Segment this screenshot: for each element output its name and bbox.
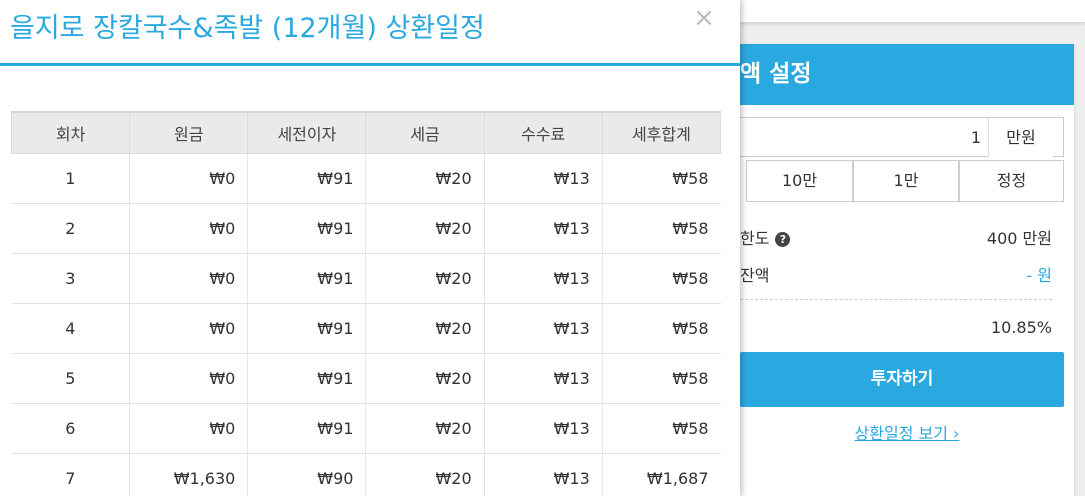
cell-tax: ₩20 <box>365 353 485 404</box>
table-row: 6 ₩0 ₩91 ₩20 ₩13 ₩58 <box>11 403 721 454</box>
cell-pretax-interest: ₩91 <box>247 253 366 304</box>
cell-tax: ₩20 <box>365 403 485 454</box>
repayment-schedule-link[interactable]: 상환일정 보기 › <box>740 420 1074 444</box>
cell-aftertax-total: ₩58 <box>601 153 721 204</box>
table-header-row: 회차 원금 세전이자 세금 수수료 세후합계 <box>10 111 722 154</box>
cell-tax: ₩20 <box>365 153 485 204</box>
quick-amount-buttons: 10만 1만 정정 <box>728 160 1074 202</box>
cell-round: 7 <box>11 453 130 496</box>
balance-row: 잔액 - 원 <box>740 262 1052 286</box>
cell-pretax-interest: ₩91 <box>247 203 366 254</box>
cell-principal: ₩0 <box>129 353 248 404</box>
cell-fee: ₩13 <box>483 303 603 354</box>
cell-principal: ₩0 <box>129 403 248 454</box>
amount-input[interactable]: 1 만원 <box>730 117 1064 158</box>
invest-button[interactable]: 투자하기 <box>740 352 1064 407</box>
cell-round: 6 <box>11 403 130 454</box>
cell-aftertax-total: ₩58 <box>601 403 721 454</box>
repayment-schedule-modal: 을지로 장칼국수&족발 (12개월) 상환일정 × 회차 원금 세전이자 세금 … <box>0 0 740 496</box>
cell-fee: ₩13 <box>483 253 603 304</box>
cell-principal: ₩0 <box>129 303 248 354</box>
cell-aftertax-total: ₩58 <box>601 203 721 254</box>
cell-tax: ₩20 <box>365 253 485 304</box>
limit-label: 한도 <box>740 229 770 248</box>
cell-pretax-interest: ₩91 <box>247 353 366 404</box>
cell-tax: ₩20 <box>365 303 485 354</box>
column-header-pretax-interest: 세전이자 <box>247 111 367 154</box>
cell-aftertax-total: ₩58 <box>601 303 721 354</box>
cell-round: 1 <box>11 153 130 204</box>
balance-value: - 원 <box>1026 266 1052 285</box>
cell-aftertax-total: ₩58 <box>601 353 721 404</box>
table-row: 5 ₩0 ₩91 ₩20 ₩13 ₩58 <box>11 353 721 404</box>
cell-principal: ₩0 <box>129 253 248 304</box>
column-header-aftertax-total: 세후합계 <box>601 111 722 154</box>
close-icon[interactable]: × <box>692 4 716 32</box>
table-row: 3 ₩0 ₩91 ₩20 ₩13 ₩58 <box>11 253 721 304</box>
amount-unit: 만원 <box>988 118 1053 158</box>
cell-tax: ₩20 <box>365 203 485 254</box>
cell-fee: ₩13 <box>483 153 603 204</box>
chevron-right-icon: › <box>953 424 960 443</box>
help-icon[interactable]: ? <box>775 232 791 247</box>
cell-aftertax-total: ₩1,687 <box>601 453 721 496</box>
cell-round: 4 <box>11 303 130 354</box>
modal-title: 을지로 장칼국수&족발 (12개월) 상환일정 <box>10 13 485 44</box>
amount-value: 1 <box>970 128 981 147</box>
cell-round: 2 <box>11 203 130 254</box>
table-row: 1 ₩0 ₩91 ₩20 ₩13 ₩58 <box>11 153 721 204</box>
repayment-schedule-table: 회차 원금 세전이자 세금 수수료 세후합계 1 ₩0 ₩91 ₩20 ₩13 … <box>10 111 722 496</box>
quick-button-10man[interactable]: 10만 <box>746 160 853 202</box>
cell-aftertax-total: ₩58 <box>601 253 721 304</box>
column-header-tax: 세금 <box>365 111 485 154</box>
title-divider <box>0 63 740 66</box>
cell-fee: ₩13 <box>483 353 603 404</box>
cell-principal: ₩1,630 <box>129 453 248 496</box>
column-header-fee: 수수료 <box>483 111 603 154</box>
cell-fee: ₩13 <box>483 403 603 454</box>
table-row: 4 ₩0 ₩91 ₩20 ₩13 ₩58 <box>11 303 721 354</box>
cell-pretax-interest: ₩90 <box>247 453 366 496</box>
cell-fee: ₩13 <box>483 453 603 496</box>
investment-settings-panel: 액 설정 1 만원 10만 1만 정정 한도? 400 만원 잔액 - 원 10… <box>728 44 1074 496</box>
cell-principal: ₩0 <box>129 203 248 254</box>
table-row: 2 ₩0 ₩91 ₩20 ₩13 ₩58 <box>11 203 721 254</box>
rate-value: 10.85% <box>990 318 1052 337</box>
column-header-principal: 원금 <box>129 111 249 154</box>
cell-pretax-interest: ₩91 <box>247 403 366 454</box>
cell-fee: ₩13 <box>483 203 603 254</box>
background-top-card <box>740 0 1085 22</box>
divider <box>740 299 1052 300</box>
amount-row: 1 만원 <box>730 117 1074 159</box>
limit-value: 400 만원 <box>986 229 1052 248</box>
quick-button-correct[interactable]: 정정 <box>959 160 1064 202</box>
table-row: 7 ₩1,630 ₩90 ₩20 ₩13 ₩1,687 <box>11 453 721 496</box>
column-header-round: 회차 <box>10 111 131 154</box>
balance-label: 잔액 <box>740 266 770 285</box>
schedule-link-label: 상환일정 보기 <box>854 424 948 443</box>
cell-principal: ₩0 <box>129 153 248 204</box>
limit-row: 한도? 400 만원 <box>740 225 1052 249</box>
cell-pretax-interest: ₩91 <box>247 303 366 354</box>
cell-round: 5 <box>11 353 130 404</box>
cell-round: 3 <box>11 253 130 304</box>
cell-tax: ₩20 <box>365 453 485 496</box>
quick-button-1man[interactable]: 1만 <box>853 160 959 202</box>
cell-pretax-interest: ₩91 <box>247 153 366 204</box>
panel-header: 액 설정 <box>740 44 1074 105</box>
